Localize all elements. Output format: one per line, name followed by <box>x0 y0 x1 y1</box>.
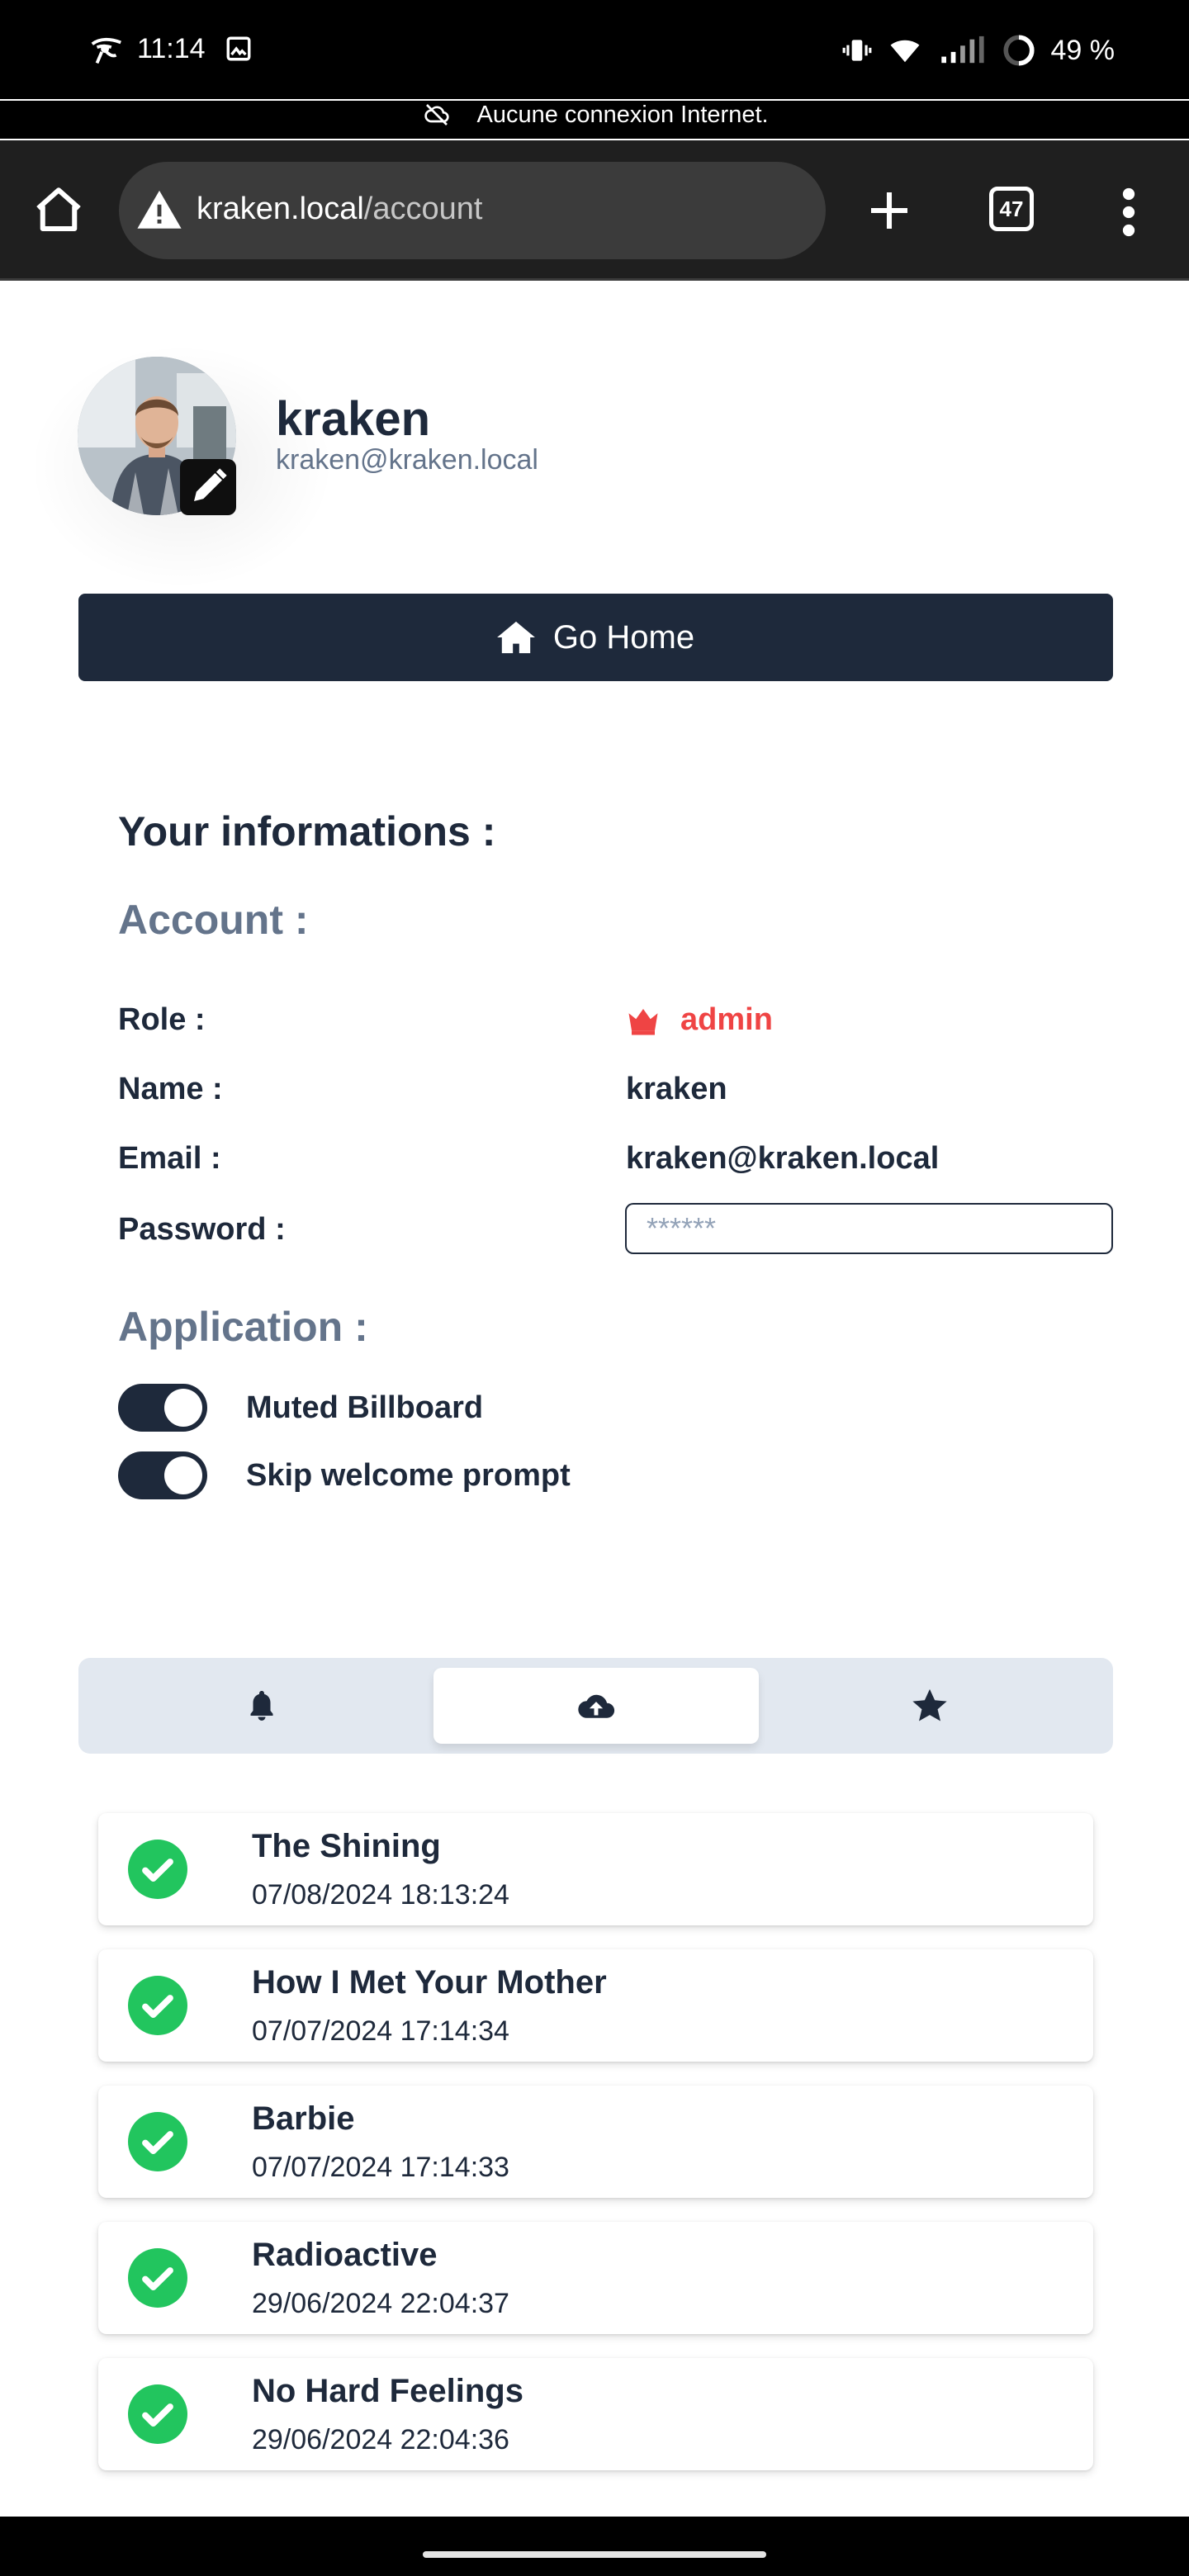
name-value: kraken <box>626 1072 727 1106</box>
bell-icon <box>250 1691 273 1721</box>
star-icon <box>912 1688 947 1721</box>
role-value: admin <box>626 1002 773 1038</box>
history-title: Radioactive <box>252 2237 438 2273</box>
account-heading: Account : <box>118 897 309 943</box>
history-card[interactable]: How I Met Your Mother 07/07/2024 17:14:3… <box>98 1949 1093 2062</box>
history-date: 07/08/2024 18:13:24 <box>252 1879 509 1911</box>
check-circle-icon <box>128 2112 187 2171</box>
history-date: 07/07/2024 17:14:33 <box>252 2152 509 2183</box>
image-icon <box>226 36 251 61</box>
offline-banner: Aucune connexion Internet. <box>0 101 1189 139</box>
url-host: kraken.local <box>197 192 364 226</box>
browser-toolbar: kraken.local/account 47 <box>0 140 1189 281</box>
history-card[interactable]: The Shining 07/08/2024 18:13:24 <box>98 1813 1093 1925</box>
name-label: Name : <box>118 1072 223 1106</box>
status-bar: 11:14 49 % <box>0 0 1189 99</box>
history-title: The Shining <box>252 1828 441 1864</box>
offline-text: Aucune connexion Internet. <box>476 101 769 128</box>
email-value: kraken@kraken.local <box>626 1141 940 1176</box>
history-date: 29/06/2024 22:04:37 <box>252 2288 509 2319</box>
new-tab-icon[interactable] <box>862 183 917 238</box>
profile-email: kraken@kraken.local <box>276 444 538 476</box>
history-card[interactable]: No Hard Feelings 29/06/2024 22:04:36 <box>98 2358 1093 2470</box>
cloud-upload-icon <box>578 1694 615 1718</box>
address-bar[interactable]: kraken.local/account <box>119 162 826 259</box>
go-home-button[interactable]: Go Home <box>78 594 1113 681</box>
battery-percent: 49 % <box>1050 34 1116 66</box>
pencil-icon <box>194 468 227 501</box>
skip-welcome-toggle[interactable] <box>118 1451 207 1499</box>
history-title: No Hard Feelings <box>252 2373 523 2409</box>
check-circle-icon <box>128 2384 187 2444</box>
edit-avatar-button[interactable] <box>180 459 236 515</box>
more-menu-icon[interactable] <box>1116 185 1141 239</box>
battery-ring-icon <box>1002 35 1035 66</box>
home-icon[interactable] <box>31 183 86 238</box>
history-card[interactable]: Barbie 07/07/2024 17:14:33 <box>98 2086 1093 2198</box>
system-navigation-bar <box>0 2517 1189 2576</box>
history-title: Barbie <box>252 2100 355 2137</box>
cloud-off-icon <box>424 104 450 126</box>
email-label: Email : <box>118 1141 221 1176</box>
role-text: admin <box>680 1002 773 1037</box>
muted-billboard-toggle[interactable] <box>118 1384 207 1432</box>
gesture-handle[interactable] <box>423 2551 766 2558</box>
tab-notifications[interactable] <box>99 1668 424 1744</box>
password-field[interactable] <box>625 1203 1113 1254</box>
check-circle-icon <box>128 1976 187 2035</box>
wifi-icon <box>890 40 919 63</box>
application-heading: Application : <box>118 1304 368 1350</box>
clock: 11:14 <box>137 33 206 64</box>
history-tabbar <box>78 1658 1113 1754</box>
tab-switcher-button[interactable]: 47 <box>989 187 1034 231</box>
toggle-knob <box>164 1456 202 1494</box>
history-title: How I Met Your Mother <box>252 1964 607 2001</box>
toggle-knob <box>164 1389 202 1427</box>
check-circle-icon <box>128 1840 187 1899</box>
avatar-container <box>78 357 236 515</box>
skip-welcome-label: Skip welcome prompt <box>246 1458 571 1493</box>
informations-heading: Your informations : <box>118 808 496 855</box>
eye-of-horus-icon <box>91 38 121 64</box>
home-icon <box>496 621 535 654</box>
url-path: /account <box>363 192 483 226</box>
password-label: Password : <box>118 1212 286 1247</box>
muted-billboard-label: Muted Billboard <box>246 1390 484 1425</box>
history-date: 07/07/2024 17:14:34 <box>252 2015 509 2047</box>
status-right-group: 49 % <box>841 33 1116 68</box>
url-text[interactable]: kraken.local/account <box>197 192 482 227</box>
warning-icon[interactable] <box>135 187 183 234</box>
tab-uploads[interactable] <box>433 1668 759 1744</box>
history-card[interactable]: Radioactive 29/06/2024 22:04:37 <box>98 2222 1093 2334</box>
crown-icon <box>628 1008 658 1035</box>
profile-username: kraken <box>276 392 431 446</box>
tab-favorites[interactable] <box>767 1668 1092 1744</box>
signal-icon <box>940 36 984 64</box>
go-home-label: Go Home <box>552 618 695 656</box>
role-label: Role : <box>118 1002 206 1037</box>
vibrate-icon <box>842 40 871 61</box>
check-circle-icon <box>128 2248 187 2308</box>
history-date: 29/06/2024 22:04:36 <box>252 2424 509 2455</box>
